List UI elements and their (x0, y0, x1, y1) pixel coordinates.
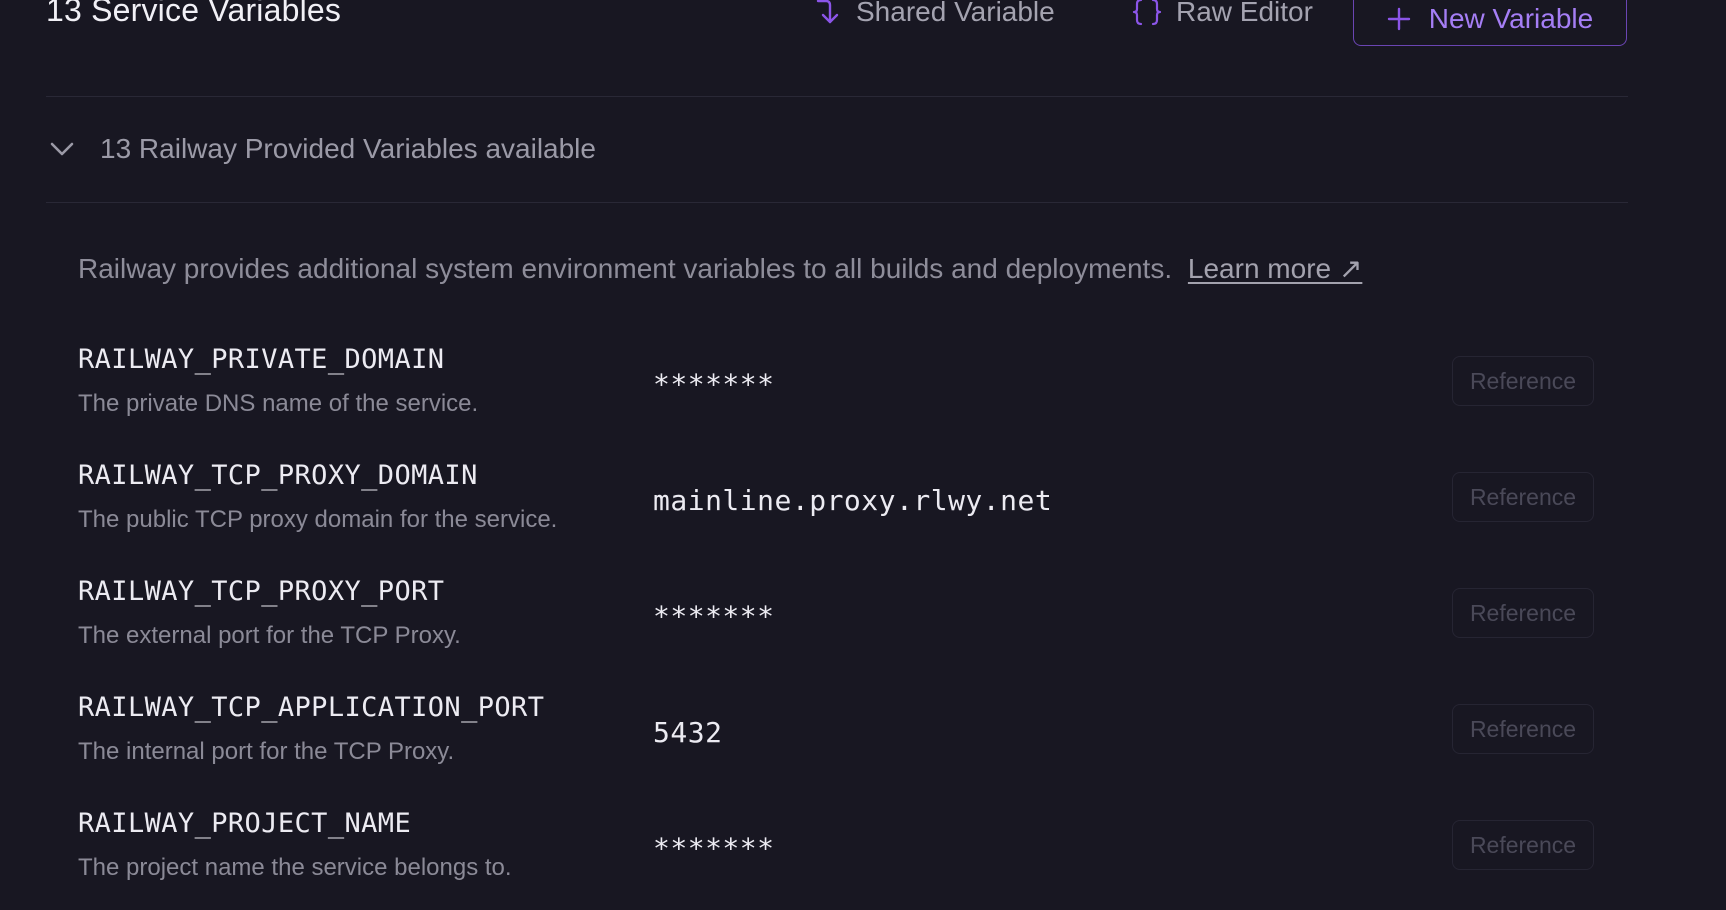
variable-value[interactable]: 5432 (653, 716, 722, 749)
variable-row: RAILWAY_TCP_APPLICATION_PORT The interna… (78, 692, 1596, 792)
plus-icon (1387, 7, 1411, 31)
corner-down-right-icon (814, 0, 842, 27)
reference-button[interactable]: Reference (1452, 588, 1594, 638)
page-title: 13 Service Variables (46, 0, 342, 28)
variable-value[interactable]: mainline.proxy.rlwy.net (653, 484, 1052, 517)
reference-button[interactable]: Reference (1452, 356, 1594, 406)
variable-name: RAILWAY_PRIVATE_DOMAIN (78, 344, 445, 375)
variable-row: RAILWAY_TCP_PROXY_DOMAIN The public TCP … (78, 460, 1596, 560)
variables-page: 13 Service Variables Shared Variable Raw… (0, 0, 1726, 910)
variable-description: The public TCP proxy domain for the serv… (78, 506, 558, 533)
learn-more-link[interactable]: Learn more ↗ (1188, 253, 1362, 284)
variable-row: RAILWAY_PROJECT_NAME The project name th… (78, 808, 1596, 908)
provided-variables-label: 13 Railway Provided Variables available (100, 133, 596, 164)
description-text: Railway provides additional system envir… (78, 253, 1173, 284)
variable-row: RAILWAY_PRIVATE_DOMAIN The private DNS n… (78, 344, 1596, 444)
reference-button[interactable]: Reference (1452, 472, 1594, 522)
reference-button[interactable]: Reference (1452, 820, 1594, 870)
reference-button[interactable]: Reference (1452, 704, 1594, 754)
shared-variable-label: Shared Variable (856, 0, 1055, 27)
new-variable-button[interactable]: New Variable (1353, 0, 1627, 46)
variable-description: The project name the service belongs to. (78, 854, 512, 881)
variable-name: RAILWAY_TCP_PROXY_PORT (78, 576, 445, 607)
variable-name: RAILWAY_TCP_PROXY_DOMAIN (78, 460, 478, 491)
raw-editor-label: Raw Editor (1176, 0, 1313, 27)
variable-value[interactable]: ******* (653, 368, 775, 401)
braces-icon (1132, 0, 1162, 27)
divider (46, 96, 1628, 97)
provided-variables-toggle[interactable]: 13 Railway Provided Variables available (46, 126, 596, 172)
variable-description: The internal port for the TCP Proxy. (78, 738, 455, 765)
divider (46, 202, 1628, 203)
variable-row: RAILWAY_TCP_PROXY_PORT The external port… (78, 576, 1596, 676)
new-variable-label: New Variable (1428, 3, 1594, 34)
variable-value[interactable]: ******* (653, 832, 775, 865)
provided-variables-description: Railway provides additional system envir… (78, 252, 1362, 285)
variables-header: 13 Service Variables Shared Variable Raw… (46, 0, 1628, 50)
variable-description: The private DNS name of the service. (78, 390, 479, 417)
chevron-down-icon (46, 133, 78, 165)
raw-editor-button[interactable]: Raw Editor (1132, 0, 1313, 32)
shared-variable-button[interactable]: Shared Variable (814, 0, 1055, 32)
variable-name: RAILWAY_PROJECT_NAME (78, 808, 412, 839)
variable-description: The external port for the TCP Proxy. (78, 622, 461, 649)
variable-value[interactable]: ******* (653, 600, 775, 633)
variable-name: RAILWAY_TCP_APPLICATION_PORT (78, 692, 545, 723)
